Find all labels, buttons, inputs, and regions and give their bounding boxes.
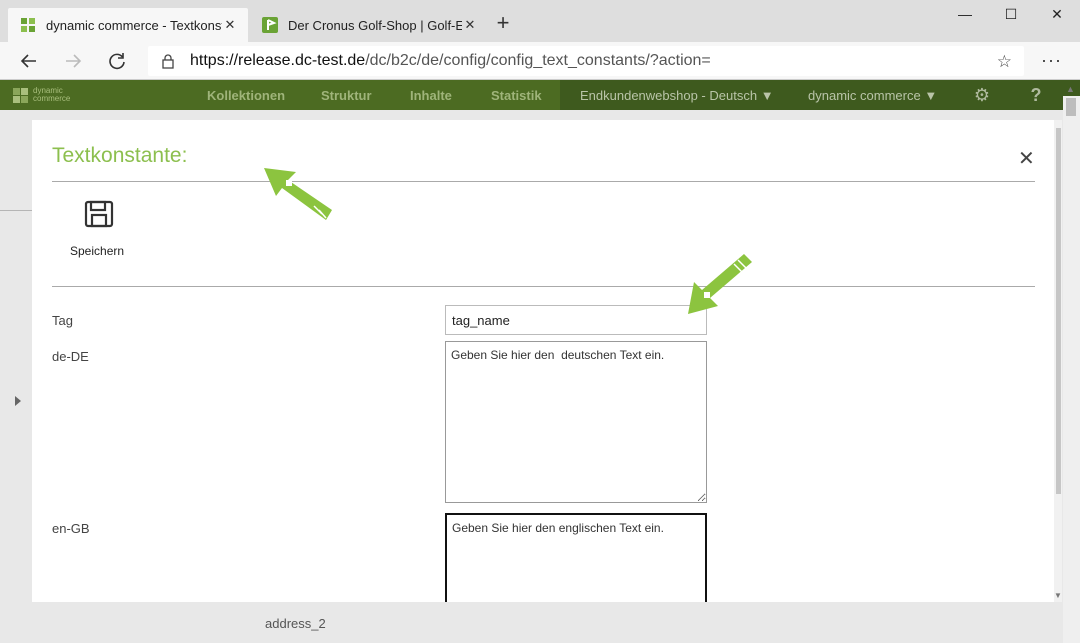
nav-struktur[interactable]: Struktur — [321, 88, 372, 103]
modal-scrollbar-thumb[interactable] — [1056, 128, 1061, 494]
tab-title: dynamic commerce - Textkonsta — [46, 17, 222, 33]
nav-statistik[interactable]: Statistik — [491, 88, 542, 103]
browser-address-bar: https://release.dc-test.de/dc/b2c/de/con… — [0, 42, 1080, 80]
company-selector[interactable]: dynamic commerce ▼ — [808, 88, 937, 103]
reload-icon[interactable] — [104, 48, 130, 74]
forward-arrow-icon[interactable] — [60, 48, 86, 74]
close-icon[interactable]: ✕ — [1018, 146, 1035, 171]
scroll-down-arrow-icon[interactable]: ▼ — [1054, 591, 1062, 600]
company-selector-label: dynamic commerce — [808, 88, 921, 103]
url-host: https://release.dc-test.de — [190, 52, 366, 69]
shop-selector[interactable]: Endkundenwebshop - Deutsch ▼ — [580, 88, 774, 103]
annotation-arrow-tag-icon — [688, 254, 752, 314]
url-input[interactable]: https://release.dc-test.de/dc/b2c/de/con… — [148, 46, 1024, 76]
save-button[interactable]: Speichern — [70, 244, 124, 258]
expand-arrow-icon[interactable] — [15, 396, 21, 406]
background-field-text: address_2 — [265, 616, 326, 631]
lock-icon — [162, 54, 174, 69]
maximize-window-icon[interactable]: ☐ — [988, 6, 1034, 28]
de-de-textarea[interactable]: Geben Sie hier den deutschen Text ein. — [445, 341, 707, 503]
annotation-arrow-title-icon — [264, 168, 332, 220]
app-navbar: dynamic commerce Kollektionen Struktur I… — [0, 80, 1080, 110]
scroll-up-arrow-icon[interactable]: ▲ — [1066, 84, 1075, 94]
save-floppy-icon[interactable] — [84, 200, 114, 228]
logo-text-line-2: commerce — [33, 94, 71, 103]
divider — [52, 286, 1035, 287]
nav-kollektionen[interactable]: Kollektionen — [207, 88, 285, 103]
page-scrollbar[interactable] — [1063, 96, 1080, 643]
golf-shop-favicon-icon — [262, 17, 278, 33]
new-tab-plus-icon[interactable]: + — [492, 12, 514, 34]
tab-title: Der Cronus Golf-Shop | Golf-Equ — [288, 17, 462, 33]
dynamic-commerce-logo-icon — [13, 88, 28, 103]
divider — [0, 210, 32, 211]
en-gb-textarea[interactable]: Geben Sie hier den englischen Text ein. — [445, 513, 707, 602]
url-path: /dc/b2c/de/config/config_text_constants/… — [365, 52, 711, 69]
browser-tab-cronus-golf-shop[interactable]: Der Cronus Golf-Shop | Golf-Equ ✕ — [250, 8, 488, 42]
help-icon[interactable]: ? — [1026, 85, 1046, 105]
back-arrow-icon[interactable] — [16, 48, 42, 74]
browser-tab-strip: dynamic commerce - Textkonsta ✕ Der Cron… — [0, 0, 1080, 42]
nav-inhalte[interactable]: Inhalte — [410, 88, 452, 103]
browser-tab-dynamic-commerce[interactable]: dynamic commerce - Textkonsta ✕ — [8, 8, 248, 42]
favorite-star-icon[interactable]: ☆ — [997, 52, 1012, 72]
tag-input[interactable] — [445, 305, 707, 335]
shop-selector-label: Endkundenwebshop - Deutsch — [580, 88, 758, 103]
page-scrollbar-thumb[interactable] — [1066, 98, 1076, 116]
dynamic-commerce-favicon-icon — [21, 18, 35, 32]
gear-icon[interactable]: ⚙ — [972, 85, 992, 105]
text-constant-modal: Textkonstante: ✕ Speichern Tag de-DE Geb… — [32, 120, 1062, 602]
en-gb-label: en-GB — [52, 521, 90, 536]
logo-text: dynamic commerce — [33, 87, 70, 103]
close-tab-icon[interactable]: ✕ — [222, 17, 238, 33]
chevron-down-icon: ▼ — [924, 88, 938, 103]
app-logo[interactable]: dynamic commerce — [12, 86, 70, 104]
modal-scrollbar[interactable]: ▼ — [1054, 120, 1062, 602]
tag-label: Tag — [52, 313, 73, 328]
url-text: https://release.dc-test.de/dc/b2c/de/con… — [190, 52, 711, 70]
close-window-icon[interactable]: ✕ — [1034, 6, 1080, 28]
modal-title: Textkonstante: — [52, 144, 188, 167]
close-tab-icon[interactable]: ✕ — [462, 17, 478, 33]
minimize-window-icon[interactable]: — — [942, 6, 988, 28]
de-de-label: de-DE — [52, 349, 89, 364]
chevron-down-icon: ▼ — [760, 88, 774, 103]
divider — [52, 181, 1035, 182]
more-options-icon[interactable]: ··· — [1041, 50, 1062, 71]
